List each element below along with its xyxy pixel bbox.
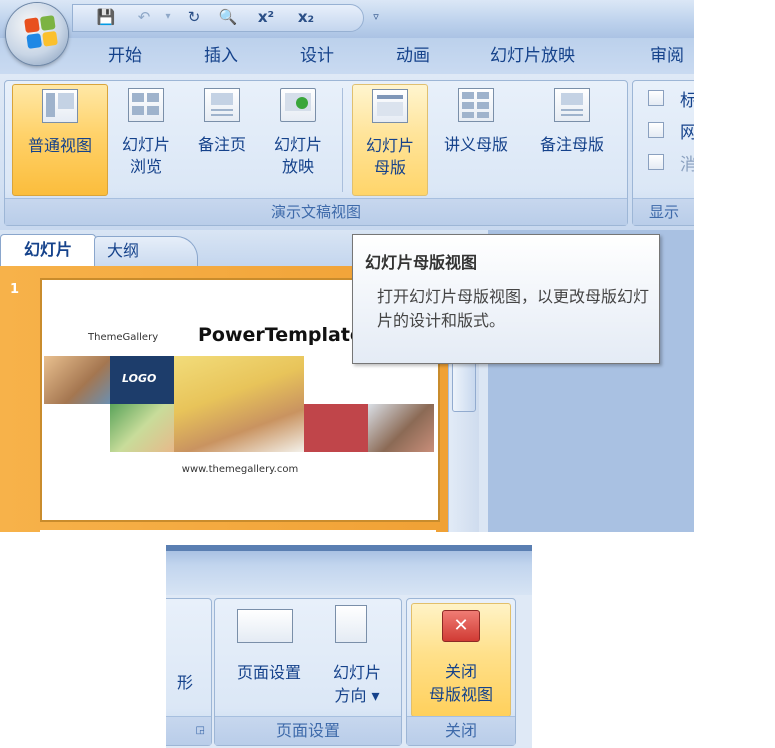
save-icon[interactable]: 💾 (95, 7, 117, 27)
group-label: 页面设置 (215, 716, 401, 745)
page-setup-icon (237, 609, 293, 643)
button-label: 幻灯片 浏览 (121, 135, 170, 176)
ribbon-crop-bottom: 形 ◲ 页面设置 幻灯片 方向 ▾ 页面设置 ✕ 关闭 母版视图 关闭 (166, 545, 532, 748)
button-label: 备注页 (197, 135, 246, 154)
powerpoint-window: 💾 ↶ ▾ ↻ 🔍 x² x₂ ▿ 开始 插入 设计 动画 幻灯片放映 审阅 演… (0, 0, 694, 532)
logo-block: LOGO (110, 356, 174, 404)
handout-master-button[interactable]: 讲义母版 (430, 84, 522, 194)
normal-view-icon (42, 89, 78, 123)
tab-outline[interactable]: 大纲 (94, 236, 198, 266)
partial-group: 形 ◲ (166, 598, 212, 746)
slide-url: www.themegallery.com (181, 464, 299, 475)
page-setup-group: 页面设置 幻灯片 方向 ▾ 页面设置 (214, 598, 402, 746)
window-edge (166, 545, 532, 551)
button-label: 幻灯片 母版 (365, 136, 414, 177)
button-label: 普通视图 (27, 136, 92, 155)
group-label: 关闭 (407, 716, 515, 745)
dialog-launcher-icon[interactable]: ◲ (166, 716, 211, 745)
ribbon-tab-strip (166, 545, 532, 595)
undo-icon[interactable]: ↶ (133, 7, 155, 27)
redo-icon[interactable]: ↻ (183, 7, 205, 27)
next-slide-thumbnail[interactable] (40, 530, 436, 532)
page-setup-button[interactable]: 页面设置 (223, 661, 315, 684)
tab-animations[interactable]: 动画 (390, 42, 436, 70)
notes-page-button[interactable]: 备注页 (186, 84, 258, 194)
notes-master-button[interactable]: 备注母版 (526, 84, 618, 194)
partial-label: 形 (176, 673, 193, 692)
undo-dropdown-icon[interactable]: ▾ (157, 7, 179, 27)
subscript-icon[interactable]: x₂ (295, 7, 317, 27)
slide-master-icon (372, 89, 408, 123)
slide-show-icon (280, 88, 316, 122)
notes-master-icon (554, 88, 590, 122)
slide-orientation-icon (335, 605, 367, 643)
group-label: 显示 (633, 198, 694, 225)
photo-grandparent-icon (368, 404, 434, 452)
superscript-icon[interactable]: x² (255, 7, 277, 27)
office-logo-icon (24, 15, 58, 49)
button-label: 幻灯片 放映 (273, 135, 322, 176)
tab-slides[interactable]: 幻灯片 (0, 234, 96, 267)
checkbox-label: 消 (680, 155, 694, 175)
handout-master-icon (458, 88, 494, 122)
brand-title: PowerTemplate (198, 324, 363, 346)
checkbox-label: 标 (680, 91, 694, 111)
tab-home[interactable]: 开始 (102, 42, 148, 70)
red-block (304, 404, 368, 452)
slide-master-button[interactable]: 幻灯片 母版 (352, 84, 428, 196)
slide-sorter-button[interactable]: 幻灯片 浏览 (110, 84, 182, 194)
gridlines-checkbox[interactable] (648, 122, 664, 138)
close-icon: ✕ (442, 610, 480, 642)
logo-text: LOGO (122, 372, 157, 385)
tooltip: 幻灯片母版视图 打开幻灯片母版视图，以更改母版幻灯片的设计和版式。 (352, 234, 660, 364)
ruler-checkbox[interactable] (648, 90, 664, 106)
print-preview-icon[interactable]: 🔍 (217, 7, 239, 27)
tab-review[interactable]: 审阅 (644, 42, 690, 70)
tooltip-title: 幻灯片母版视图 (365, 253, 478, 272)
tab-design[interactable]: 设计 (294, 42, 340, 70)
office-button[interactable] (6, 3, 68, 65)
slide-number: 1 (10, 282, 20, 297)
button-label: 备注母版 (539, 135, 604, 154)
normal-view-button[interactable]: 普通视图 (12, 84, 108, 196)
slide-orientation-button[interactable]: 幻灯片 方向 ▾ (319, 661, 395, 707)
slide-sorter-icon (128, 88, 164, 122)
slide-show-button[interactable]: 幻灯片 放映 (262, 84, 334, 194)
photo-child-icon (44, 356, 110, 404)
tab-insert[interactable]: 插入 (198, 42, 244, 70)
checkbox-label: 网 (680, 123, 694, 143)
photo-kid-icon (110, 404, 174, 452)
photo-family-icon (174, 356, 304, 452)
close-button-label: 关闭 母版视图 (428, 662, 493, 704)
brand-small: ThemeGallery (88, 332, 159, 343)
close-master-view-button[interactable]: ✕ 关闭 母版视图 (411, 603, 511, 717)
notes-page-icon (204, 88, 240, 122)
tab-slide-show[interactable]: 幻灯片放映 (484, 42, 581, 70)
close-group: ✕ 关闭 母版视图 关闭 (406, 598, 516, 746)
separator (342, 88, 343, 192)
quick-access-toolbar: 💾 ↶ ▾ ↻ 🔍 x² x₂ ▿ (72, 4, 379, 32)
message-bar-checkbox[interactable] (648, 154, 664, 170)
tooltip-body: 打开幻灯片母版视图，以更改母版幻灯片的设计和版式。 (377, 287, 650, 330)
customize-qat-icon[interactable]: ▿ (365, 7, 387, 27)
button-label: 讲义母版 (443, 135, 508, 154)
group-label: 演示文稿视图 (5, 198, 627, 225)
